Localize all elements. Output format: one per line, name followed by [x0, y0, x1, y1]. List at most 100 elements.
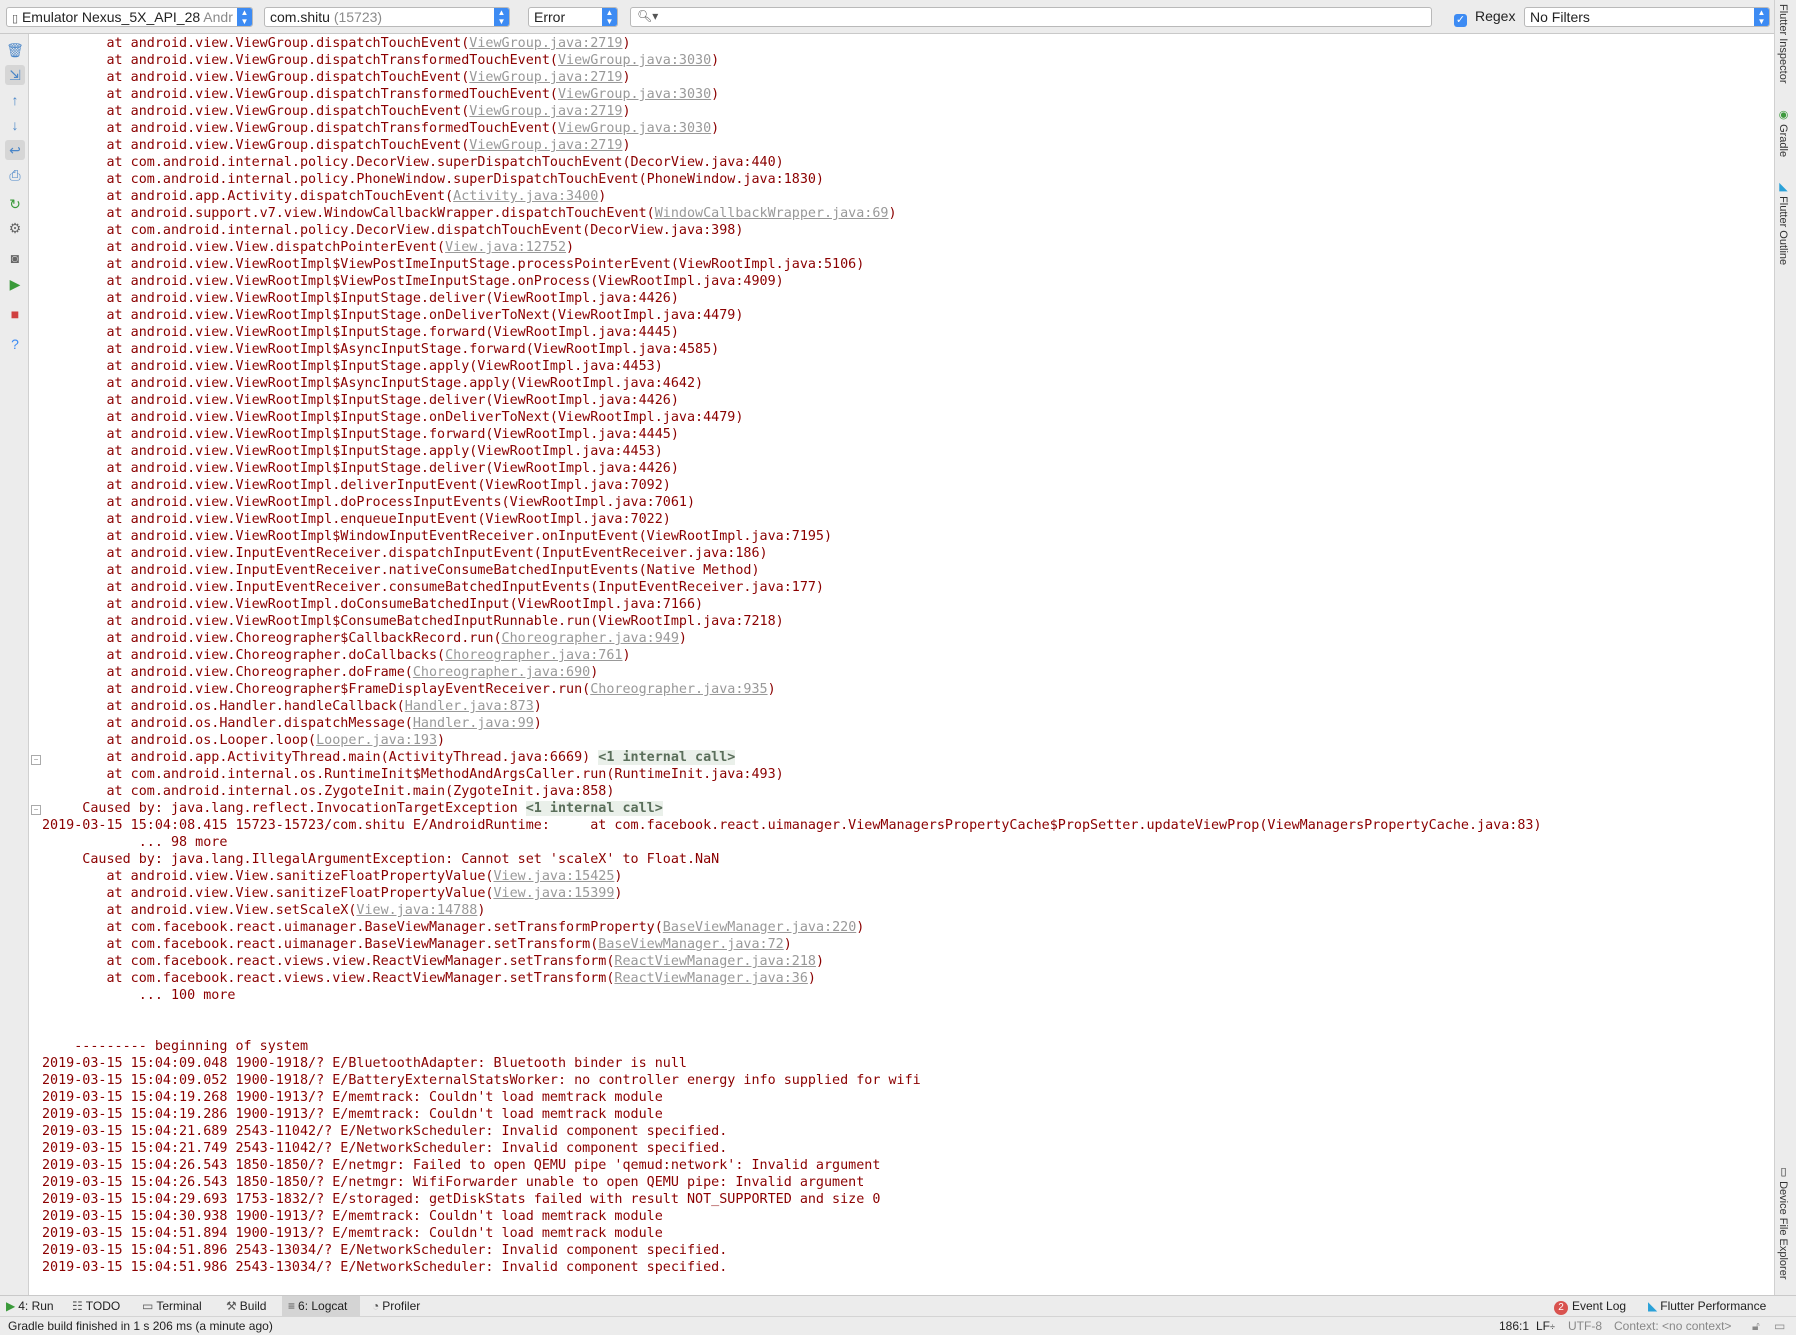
logcat-output[interactable]: − − at android.view.ViewGroup.dispatchTo… [30, 34, 1773, 1295]
status-line: Gradle build finished in 1 s 206 ms (a m… [0, 1317, 1796, 1335]
status-message: Gradle build finished in 1 s 206 ms (a m… [8, 1319, 273, 1333]
log-search-input[interactable]: 🔍︎▾ [630, 7, 1432, 27]
log-text: at android.view.View.dispatchPointerEven… [42, 240, 446, 255]
log-text: at android.view.InputEventReceiver.consu… [42, 580, 824, 595]
caret-position[interactable]: 186:1 [1499, 1317, 1529, 1335]
device-file-explorer-tab[interactable]: ▯ Device File Explorer [1777, 1165, 1790, 1279]
tab-event-log[interactable]: 2 Event Log [1554, 1296, 1626, 1316]
record-video-icon[interactable]: ▶ [5, 274, 25, 294]
source-link[interactable]: Choreographer.java:761 [445, 648, 622, 663]
log-text: at android.view.ViewRootImpl$InputStage.… [42, 291, 679, 306]
tab-terminal[interactable]: ▭ Terminal [142, 1296, 202, 1316]
filter-value: No Filters [1530, 9, 1590, 25]
trash-icon[interactable]: 🗑︎ [5, 40, 25, 60]
chevron-down-icon: ÷ [1550, 1322, 1555, 1332]
tab-todo-label: TODO [85, 1299, 121, 1313]
log-line: at android.view.ViewGroup.dispatchTouchE… [42, 35, 1542, 52]
tab-run[interactable]: ▶ 4: Run [6, 1296, 54, 1316]
log-level-select[interactable]: Error ▲ ▼ [528, 7, 618, 27]
log-text: at android.view.ViewRootImpl$InputStage.… [42, 444, 663, 459]
log-text: at android.view.ViewRootImpl$ConsumeBatc… [42, 614, 784, 629]
log-lines: at android.view.ViewGroup.dispatchTouchE… [42, 35, 1542, 1276]
log-line: at android.view.ViewRootImpl$ViewPostIme… [42, 273, 1542, 290]
tab-build[interactable]: ⚒ Build [226, 1296, 266, 1316]
memory-indicator-icon: ▭ [1774, 1319, 1786, 1333]
log-line: at android.view.ViewRootImpl$ConsumeBatc… [42, 613, 1542, 630]
source-link[interactable]: BaseViewManager.java:72 [598, 937, 783, 952]
internal-call-fold[interactable]: <1 internal call> [525, 801, 663, 816]
line-separator[interactable]: LF÷ [1536, 1317, 1555, 1336]
source-link[interactable]: View.java:15399 [493, 886, 614, 901]
tab-logcat[interactable]: ≡ 6: Logcat [282, 1296, 360, 1316]
source-link[interactable]: ViewGroup.java:3030 [558, 121, 711, 136]
camera-icon[interactable]: ◙ [5, 248, 25, 268]
restart-icon[interactable]: ↻ [5, 194, 25, 214]
log-text: at com.android.internal.policy.DecorView… [42, 155, 784, 170]
source-link[interactable]: View.java:14788 [356, 903, 477, 918]
log-line: 2019-03-15 15:04:29.693 1753-1832/? E/st… [42, 1191, 1542, 1208]
file-encoding[interactable]: UTF-8 [1568, 1317, 1602, 1335]
fold-toggle-icon[interactable]: − [31, 755, 41, 765]
lock-icon[interactable]: 🔓︎ [1752, 1317, 1760, 1335]
arrow-up-icon[interactable]: ↑ [5, 90, 25, 110]
source-link[interactable]: ViewGroup.java:2719 [469, 104, 622, 119]
flutter-outline-tab[interactable]: ◣ Flutter Outline [1777, 180, 1790, 265]
source-link[interactable]: ViewGroup.java:2719 [469, 36, 622, 51]
flutter-icon: ◣ [1648, 1299, 1658, 1313]
gradle-tab[interactable]: ◉ Gradle [1777, 108, 1790, 157]
source-link[interactable]: Handler.java:873 [405, 699, 534, 714]
tab-todo[interactable]: ☷ TODO [72, 1296, 120, 1316]
source-link[interactable]: ReactViewManager.java:218 [614, 954, 816, 969]
device-icon: ▯ [12, 13, 19, 25]
source-link[interactable]: View.java:15425 [493, 869, 614, 884]
log-text: ) [477, 903, 486, 918]
log-line: at android.view.ViewGroup.dispatchTouchE… [42, 103, 1542, 120]
print-icon[interactable]: ⎙ [5, 165, 25, 185]
log-text: ) [888, 206, 897, 221]
log-text: at android.view.View.sanitizeFloatProper… [42, 886, 494, 901]
internal-call-fold[interactable]: <1 internal call> [598, 750, 736, 765]
log-text: at android.view.ViewRootImpl$InputStage.… [42, 461, 679, 476]
source-link[interactable]: View.java:12752 [445, 240, 566, 255]
process-selector[interactable]: com.shitu (15723) ▲ ▼ [264, 7, 510, 27]
source-link[interactable]: ViewGroup.java:3030 [558, 87, 711, 102]
filter-config-select[interactable]: No Filters ▲ ▼ [1524, 7, 1770, 27]
log-line: at android.view.InputEventReceiver.consu… [42, 579, 1542, 596]
arrow-down-icon[interactable]: ↓ [5, 115, 25, 135]
source-link[interactable]: Choreographer.java:690 [413, 665, 590, 680]
source-link[interactable]: Choreographer.java:949 [502, 631, 679, 646]
fold-toggle-icon[interactable]: − [31, 805, 41, 815]
gear-icon[interactable]: ⚙ [5, 218, 25, 238]
device-selector[interactable]: ▯ Emulator Nexus_5X_API_28 Andr ▲ ▼ [6, 7, 253, 27]
source-link[interactable]: Handler.java:99 [413, 716, 534, 731]
stop-icon[interactable]: ■ [5, 304, 25, 324]
source-link[interactable]: WindowCallbackWrapper.java:69 [655, 206, 889, 221]
regex-checkbox[interactable]: ✓ Regex [1454, 8, 1515, 27]
source-link[interactable]: ViewGroup.java:2719 [469, 70, 622, 85]
source-link[interactable]: ViewGroup.java:3030 [558, 53, 711, 68]
log-text: ) [533, 716, 542, 731]
source-link[interactable]: BaseViewManager.java:220 [663, 920, 856, 935]
log-text: ) [437, 733, 446, 748]
log-line: Caused by: java.lang.IllegalArgumentExce… [42, 851, 1542, 868]
event-log-badge: 2 [1554, 1301, 1568, 1315]
source-link[interactable]: Choreographer.java:935 [590, 682, 767, 697]
log-text: at com.android.internal.policy.DecorView… [42, 223, 744, 238]
source-link[interactable]: ReactViewManager.java:36 [614, 971, 807, 986]
help-icon[interactable]: ? [5, 334, 25, 354]
log-line: at android.view.ViewRootImpl.doConsumeBa… [42, 596, 1542, 613]
soft-wrap-icon[interactable]: ↩ [5, 140, 25, 160]
context-indicator[interactable]: Context: <no context> [1614, 1317, 1731, 1335]
source-link[interactable]: Looper.java:193 [316, 733, 437, 748]
flutter-inspector-tab[interactable]: Flutter Inspector [1777, 4, 1789, 83]
log-line: at android.view.ViewRootImpl$AsyncInputS… [42, 341, 1542, 358]
tab-flutter-performance[interactable]: ◣ Flutter Performance [1648, 1296, 1766, 1316]
log-line: at android.view.ViewRootImpl$InputStage.… [42, 324, 1542, 341]
source-link[interactable]: ViewGroup.java:2719 [469, 138, 622, 153]
log-line: at android.view.ViewRootImpl.doProcessIn… [42, 494, 1542, 511]
tab-profiler[interactable]: ◔ Profiler [372, 1296, 420, 1316]
source-link[interactable]: Activity.java:3400 [453, 189, 598, 204]
hammer-icon: ⚒ [226, 1299, 237, 1313]
scroll-to-end-icon[interactable]: ⇲ [5, 65, 25, 85]
tab-run-label: 4: Run [18, 1299, 54, 1313]
